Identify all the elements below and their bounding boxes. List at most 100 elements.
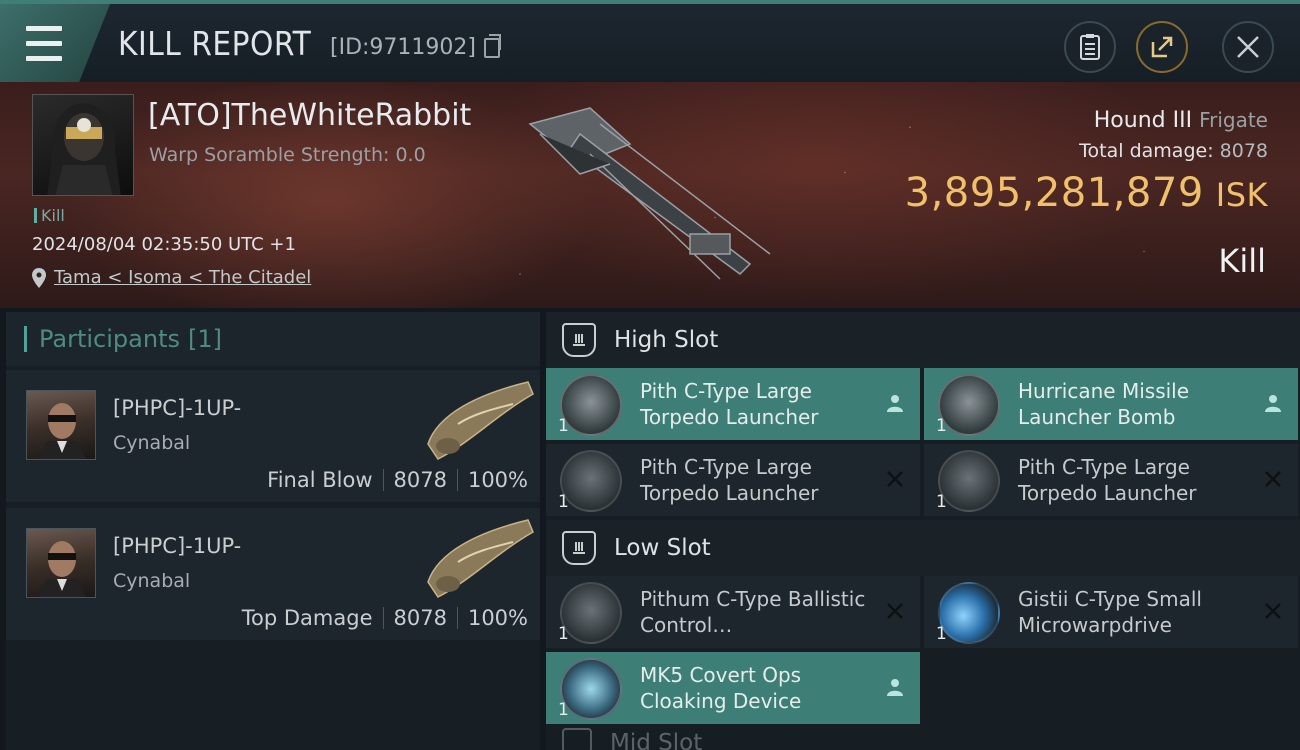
total-damage-label: Total damage: [1079, 140, 1214, 162]
victim-ship-image[interactable] [520, 104, 780, 284]
module-qty: 1 [936, 624, 947, 644]
participant-damage: 8078 [393, 606, 447, 630]
mid-slot-icon [562, 728, 592, 750]
participants-title: Participants [39, 325, 180, 353]
mid-slot-label: Mid Slot [610, 730, 703, 750]
victim-avatar[interactable] [32, 94, 134, 196]
low-slot-header: Low Slot [546, 520, 1300, 576]
clipboard-icon [1080, 34, 1100, 60]
module-name: MK5 Covert Ops Cloaking Device [640, 663, 802, 713]
kill-summary: [ATO]TheWhiteRabbit Warp Soramble Streng… [0, 82, 1300, 308]
module-item[interactable]: 1 Pithum C-Type Ballistic Control… [546, 576, 920, 648]
missile-launcher-icon [938, 374, 1000, 436]
module-name: Hurricane Missile Launcher Bomb [1018, 379, 1190, 429]
dropped-person-icon [884, 676, 906, 698]
module-qty: 1 [936, 492, 947, 512]
victim-ship-name: Hound III Frigate [1094, 108, 1268, 133]
participant-name: [PHPC]-1UP- [113, 396, 242, 420]
participants-count: [1] [187, 325, 222, 353]
total-damage: Total damage: 8078 [1079, 140, 1268, 162]
module-item[interactable]: 1 Hurricane Missile Launcher Bomb [924, 368, 1298, 440]
participant-avatar [26, 390, 96, 460]
participant-ship-image [427, 381, 534, 460]
high-slot-label: High Slot [614, 327, 719, 353]
dropped-person-icon [884, 392, 906, 414]
isk-amount: 3,895,281,879 [904, 170, 1204, 216]
high-slot-icon [562, 323, 596, 357]
isk-value: 3,895,281,879 ISK [905, 170, 1268, 216]
kill-location-link[interactable]: Tama < Isoma < The Citadel [32, 267, 311, 288]
kill-tag-marker [34, 208, 37, 223]
share-button[interactable] [1136, 21, 1188, 73]
low-slot-label: Low Slot [614, 535, 711, 561]
torpedo-launcher-icon [560, 450, 622, 512]
participant-ship: Cynabal [113, 570, 191, 592]
fitting-panel: High Slot 1 Pith C-Type Large Torpedo La… [546, 312, 1300, 750]
module-qty: 1 [558, 624, 569, 644]
kill-datetime: 2024/08/04 02:35:50 UTC +1 [32, 234, 296, 255]
low-slot-icon [562, 531, 596, 565]
participant-stats: Top Damage 8078 100% [242, 606, 528, 630]
module-name: Pithum C-Type Ballistic Control… [640, 587, 866, 637]
module-qty: 1 [558, 700, 569, 720]
participant-stats: Final Blow 8078 100% [267, 468, 528, 492]
ship-class-text: Frigate [1199, 108, 1268, 132]
participant-percent: 100% [467, 606, 528, 630]
isk-unit: ISK [1215, 176, 1268, 214]
menu-button[interactable] [0, 4, 110, 82]
page-title: KILL REPORT [118, 24, 312, 63]
participant-role: Final Blow [267, 468, 373, 492]
participant-damage: 8078 [393, 468, 447, 492]
warp-scramble-strength: Warp Soramble Strength: 0.0 [149, 144, 426, 166]
destroyed-x-icon [884, 600, 906, 622]
destroyed-x-icon [1262, 600, 1284, 622]
map-pin-icon [32, 267, 46, 288]
module-item[interactable]: 1 Pith C-Type Large Torpedo Launcher [924, 444, 1298, 516]
module-qty: 1 [558, 492, 569, 512]
module-item[interactable]: 1 MK5 Covert Ops Cloaking Device [546, 652, 920, 724]
participant-role: Top Damage [241, 606, 373, 630]
close-icon [1237, 36, 1259, 58]
report-id: [ID:9711902] [330, 35, 476, 60]
participants-header-marker [24, 326, 27, 352]
participant-avatar [26, 528, 96, 598]
clipboard-button[interactable] [1064, 21, 1116, 73]
module-item[interactable]: 1 Gistii C-Type Small Microwarpdrive [924, 576, 1298, 648]
module-item[interactable]: 1 Pith C-Type Large Torpedo Launcher [546, 368, 920, 440]
torpedo-launcher-icon [560, 374, 622, 436]
dropped-person-icon [1262, 392, 1284, 414]
high-slot-grid: 1 Pith C-Type Large Torpedo Launcher 1 H… [546, 368, 1300, 520]
module-name: Pith C-Type Large Torpedo Launcher [640, 455, 819, 505]
destroyed-x-icon [884, 468, 906, 490]
kill-tag-label: Kill [41, 206, 65, 225]
copy-icon[interactable] [484, 34, 501, 58]
ballistic-control-icon [560, 582, 622, 644]
location-text: Tama < Isoma < The Citadel [54, 267, 312, 288]
mid-slot-header: Mid Slot [546, 728, 1300, 750]
module-item[interactable]: 1 Pith C-Type Large Torpedo Launcher [546, 444, 920, 516]
total-damage-value: 8078 [1219, 140, 1268, 162]
victim-portrait [47, 103, 121, 195]
title-bar: KILL REPORT [ID:9711902] [0, 0, 1300, 82]
module-name: Gistii C-Type Small Microwarpdrive [1018, 587, 1202, 637]
participant-ship-image [427, 519, 534, 598]
share-icon [1151, 36, 1173, 58]
ship-name-text: Hound III [1093, 108, 1193, 133]
module-name: Pith C-Type Large Torpedo Launcher [640, 379, 819, 429]
participant-row[interactable]: [PHPC]-1UP- Cynabal Top Damage 8078 100% [6, 508, 540, 640]
result-label: Kill [1218, 242, 1266, 280]
victim-pilot-name[interactable]: [ATO]TheWhiteRabbit [148, 98, 471, 133]
module-qty: 1 [558, 416, 569, 436]
participant-ship: Cynabal [113, 432, 191, 454]
close-button[interactable] [1222, 21, 1274, 73]
hamburger-icon [26, 21, 62, 66]
destroyed-x-icon [1262, 468, 1284, 490]
participant-row[interactable]: [PHPC]-1UP- Cynabal Final Blow 8078 100% [6, 370, 540, 502]
cloaking-device-icon [560, 658, 622, 720]
empty-slot [924, 652, 1298, 724]
microwarpdrive-icon [938, 582, 1000, 644]
high-slot-header: High Slot [546, 312, 1300, 368]
torpedo-launcher-icon [938, 450, 1000, 512]
low-slot-grid: 1 Pithum C-Type Ballistic Control… 1 Gis… [546, 576, 1300, 728]
participant-name: [PHPC]-1UP- [113, 534, 242, 558]
